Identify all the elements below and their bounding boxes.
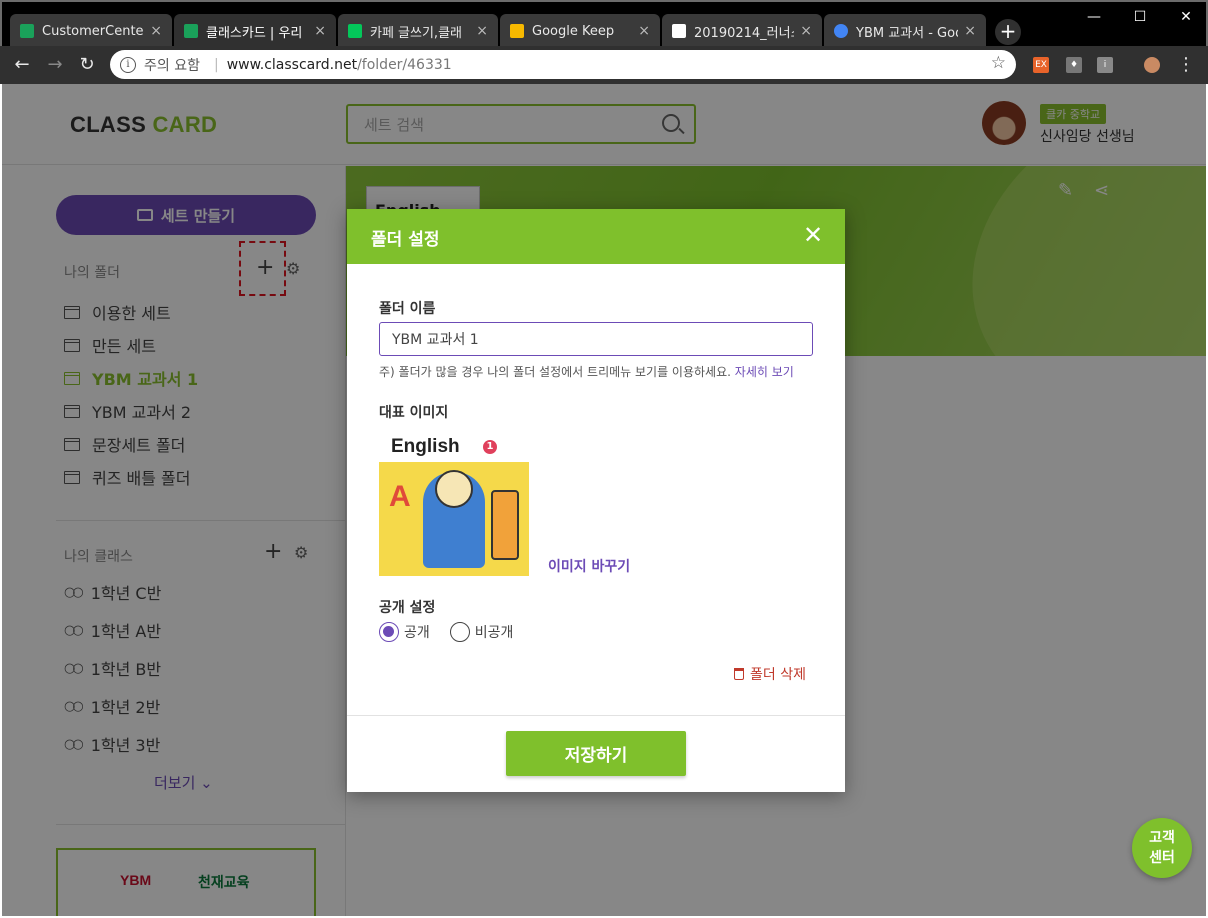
browser-tab[interactable]: 20190214_러너스 × (662, 14, 822, 48)
browser-tab[interactable]: Google Keep × (500, 14, 660, 48)
fab-line2: 센터 (1149, 850, 1175, 866)
visibility-label: 공개 설정 (379, 600, 436, 616)
modal-divider (347, 715, 845, 716)
cover-image-label: 대표 이미지 (379, 405, 449, 421)
folder-name-input[interactable] (379, 322, 813, 356)
note-detail-link[interactable]: 자세히 보기 (735, 365, 794, 379)
delete-folder-button[interactable]: 폴더 삭제 (734, 664, 806, 684)
security-warning: 주의 요함 (144, 57, 200, 74)
close-tab-icon[interactable]: × (314, 23, 326, 39)
bookmark-star-icon[interactable]: ☆ (991, 53, 1006, 73)
change-image-link[interactable]: 이미지 바꾸기 (548, 556, 630, 576)
browser-tab[interactable]: 카페 글쓰기,클래 × (338, 14, 498, 48)
modal-header: 폴더 설정 ✕ (347, 209, 845, 264)
public-radio[interactable] (379, 622, 399, 642)
browser-tab-bar: CustomerCenter | × 클래스카드 | 우리 × 카페 글쓰기,클… (0, 0, 1208, 48)
classcard-favicon-icon (184, 24, 198, 38)
document-favicon-icon (672, 24, 686, 38)
info-icon[interactable]: i (120, 56, 136, 73)
google-keep-favicon-icon (510, 24, 524, 38)
close-tab-icon[interactable]: × (800, 23, 812, 39)
cover-number: 1 (483, 440, 497, 454)
modal-title: 폴더 설정 (371, 230, 440, 250)
profile-avatar-icon[interactable] (1144, 57, 1160, 73)
address-separator: | (213, 56, 219, 73)
folder-settings-modal: 폴더 설정 ✕ 폴더 이름 주) 폴더가 많을 경우 나의 폴더 설정에서 트리… (347, 209, 845, 792)
close-tab-icon[interactable]: × (638, 23, 650, 39)
tab-label: 클래스카드 | 우리 (206, 25, 303, 41)
cover-image: English 1 A (379, 430, 529, 576)
tab-label: Google Keep (532, 23, 615, 39)
maximize-button[interactable]: ☐ (1120, 6, 1160, 30)
browser-toolbar: ← → ↻ i 주의 요함 | www.classcard.net/folder… (0, 46, 1208, 84)
fab-line1: 고객 (1149, 830, 1175, 846)
trash-icon (734, 668, 744, 680)
minimize-button[interactable]: — (1074, 6, 1114, 30)
close-tab-icon[interactable]: × (964, 23, 976, 39)
cover-title: English (391, 436, 460, 457)
new-tab-button[interactable]: + (995, 19, 1021, 45)
public-radio-label: 공개 (404, 625, 430, 641)
forward-button[interactable]: → (43, 54, 67, 78)
save-button[interactable]: 저장하기 (506, 731, 686, 776)
back-button[interactable]: ← (10, 54, 34, 78)
reload-button[interactable]: ↻ (75, 54, 99, 78)
tab-label: 카페 글쓰기,클래 (370, 25, 462, 41)
url-host: www.classcard.net (226, 56, 358, 73)
chrome-menu-icon[interactable]: ⋮ (1174, 54, 1198, 78)
private-radio[interactable] (449, 622, 470, 642)
private-radio-label: 비공개 (474, 625, 514, 641)
tab-label: YBM 교과서 - Goo (856, 25, 959, 41)
cover-letter: A (389, 480, 411, 513)
google-favicon-icon (834, 24, 848, 38)
cafe-favicon-icon (348, 24, 362, 38)
browser-tab[interactable]: CustomerCenter | × (10, 14, 172, 48)
tab-label: 20190214_러너스 (694, 25, 795, 41)
close-tab-icon[interactable]: × (476, 23, 488, 39)
delete-folder-label: 폴더 삭제 (750, 667, 806, 683)
browser-tab-active[interactable]: 클래스카드 | 우리 × (174, 14, 336, 48)
tab-label: CustomerCenter | (42, 23, 145, 39)
cover-figure-head (435, 470, 473, 508)
public-radio-option[interactable]: 공개 (379, 622, 430, 642)
visibility-radio-group: 공개 비공개 (379, 622, 533, 642)
close-window-button[interactable]: ✕ (1166, 6, 1206, 30)
private-radio-option[interactable]: 비공개 (449, 622, 514, 642)
customer-center-button[interactable]: 고객 센터 (1132, 818, 1192, 878)
ex-icon[interactable]: EX (1033, 57, 1049, 73)
url-path: /folder/46331 (357, 56, 452, 73)
folder-note: 주) 폴더가 많을 경우 나의 폴더 설정에서 트리메뉴 보기를 이용하세요. … (379, 363, 794, 380)
info-ext-icon[interactable]: i (1097, 57, 1113, 73)
classcard-favicon-icon (20, 24, 34, 38)
folder-name-label: 폴더 이름 (379, 301, 436, 317)
address-bar[interactable]: i 주의 요함 | www.classcard.net/folder/46331… (110, 50, 1016, 79)
close-tab-icon[interactable]: × (150, 23, 162, 39)
cover-decoration (491, 490, 519, 560)
note-text: 주) 폴더가 많을 경우 나의 폴더 설정에서 트리메뉴 보기를 이용하세요. (379, 365, 731, 379)
browser-tab[interactable]: YBM 교과서 - Goo × (824, 14, 986, 48)
close-icon[interactable]: ✕ (799, 221, 827, 249)
keep-icon[interactable]: ♦ (1066, 57, 1082, 73)
